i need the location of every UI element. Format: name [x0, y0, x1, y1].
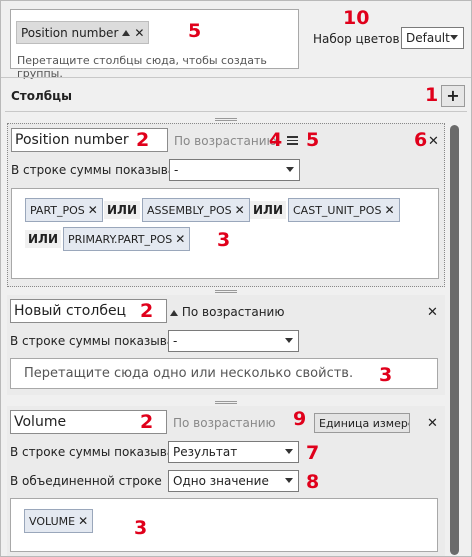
- list-icon[interactable]: [287, 136, 298, 145]
- sum-row-value: -: [173, 334, 178, 348]
- sum-row-select[interactable]: -: [168, 330, 299, 352]
- or-label: ИЛИ: [104, 201, 141, 219]
- sort-order-label: По возрастанию: [181, 305, 285, 319]
- property-chip-label: PART_POS: [30, 203, 85, 217]
- close-icon[interactable]: ✕: [175, 232, 185, 246]
- sort-order-label[interactable]: По возрастанию: [173, 416, 276, 430]
- columns-settings-window: Position number ✕ Перетащите столбцы сюд…: [0, 0, 472, 557]
- group-drop-area[interactable]: Position number ✕ Перетащите столбцы сюд…: [10, 9, 299, 80]
- property-chip-label: ASSEMBLY_POS: [147, 203, 232, 217]
- color-set-select[interactable]: Default: [401, 27, 464, 49]
- sort-ascending-icon[interactable]: [122, 29, 131, 36]
- merged-row-label: В объединенной строке показывать: [10, 474, 166, 488]
- unit-button[interactable]: Единица измерения: [314, 413, 410, 433]
- add-column-button[interactable]: +: [441, 85, 465, 107]
- group-chip[interactable]: Position number ✕: [16, 21, 150, 44]
- sort-order-control[interactable]: По возрастанию: [170, 305, 284, 319]
- annotation-5: 5: [188, 20, 202, 42]
- annotation-1: 1: [425, 84, 439, 106]
- annotation-9: 9: [293, 408, 307, 430]
- property-chip[interactable]: CAST_UNIT_POS ✕: [288, 198, 400, 222]
- group-chip-label: Position number: [21, 25, 119, 40]
- annotation-2: 2: [140, 411, 154, 433]
- property-chip[interactable]: PART_POS ✕: [25, 198, 103, 222]
- annotation-5-sort: 5: [306, 129, 320, 151]
- annotation-2: 2: [140, 300, 154, 322]
- chevron-down-icon: [286, 167, 294, 172]
- sum-row-label: В строке суммы показывать: [10, 334, 170, 348]
- annotation-2: 2: [136, 129, 150, 151]
- drag-handle[interactable]: [215, 401, 237, 404]
- close-icon[interactable]: ✕: [88, 203, 98, 217]
- close-icon[interactable]: ✕: [427, 416, 438, 431]
- close-icon[interactable]: ✕: [427, 305, 438, 320]
- chevron-down-icon: [450, 35, 458, 40]
- annotation-3: 3: [134, 517, 148, 539]
- sum-row-label: В строке суммы показывать: [11, 163, 171, 177]
- annotation-3: 3: [379, 364, 393, 386]
- merged-row-select[interactable]: Одно значение: [168, 470, 299, 492]
- property-chip[interactable]: PRIMARY.PART_POS ✕: [63, 227, 191, 251]
- or-label: ИЛИ: [25, 230, 62, 248]
- merged-row-value: Одно значение: [173, 474, 269, 488]
- close-icon[interactable]: ✕: [134, 26, 144, 40]
- column-panel-position-number[interactable]: Position number 2 По возрастанию 4 5 6 ✕…: [7, 123, 445, 287]
- sort-order-label[interactable]: По возрастанию: [174, 134, 277, 148]
- sum-row-value: -: [174, 163, 179, 177]
- or-label: ИЛИ: [250, 201, 287, 219]
- color-set-label: Набор цветов:: [313, 32, 404, 46]
- close-icon[interactable]: ✕: [384, 203, 394, 217]
- column-panel-new-column[interactable]: Новый столбец 2 По возрастанию ✕ В строк…: [7, 295, 445, 395]
- annotation-10: 10: [343, 7, 370, 29]
- annotation-3: 3: [217, 229, 231, 251]
- columns-title: Столбцы: [11, 89, 72, 103]
- drop-hint: Перетащите сюда одно или несколько свойс…: [24, 366, 354, 381]
- annotation-8: 8: [306, 471, 320, 493]
- drag-handle[interactable]: [215, 118, 237, 121]
- vertical-scrollbar[interactable]: [450, 125, 459, 555]
- sum-row-value: Результат: [173, 445, 238, 459]
- sum-row-select[interactable]: -: [169, 159, 300, 181]
- property-drop-area[interactable]: Перетащите сюда одно или несколько свойс…: [10, 358, 438, 389]
- close-icon[interactable]: ✕: [235, 203, 245, 217]
- close-icon[interactable]: ✕: [78, 514, 88, 528]
- property-chip-label: CAST_UNIT_POS: [293, 203, 382, 217]
- close-icon[interactable]: ✕: [428, 134, 439, 149]
- chevron-down-icon: [285, 338, 293, 343]
- annotation-4: 4: [269, 129, 283, 151]
- annotation-6: 6: [414, 129, 428, 151]
- sort-ascending-icon: [170, 310, 178, 316]
- annotation-7: 7: [306, 442, 320, 464]
- separator: [5, 111, 467, 112]
- column-panel-volume[interactable]: Volume 2 По возрастанию 9 Единица измере…: [7, 406, 445, 556]
- sum-row-label: В строке суммы показывать: [10, 445, 170, 459]
- property-chip[interactable]: ASSEMBLY_POS ✕: [142, 198, 250, 222]
- property-chip[interactable]: VOLUME ✕: [24, 509, 94, 533]
- separator: [1, 77, 471, 78]
- color-set-value: Default: [406, 31, 450, 45]
- drag-handle[interactable]: [215, 290, 237, 293]
- chevron-down-icon: [285, 449, 293, 454]
- property-chip-label: PRIMARY.PART_POS: [68, 232, 173, 246]
- property-chip-label: VOLUME: [29, 514, 76, 528]
- sum-row-select[interactable]: Результат: [168, 441, 299, 463]
- property-drop-area[interactable]: PART_POS ✕ ИЛИ ASSEMBLY_POS ✕ ИЛИ CAST_UNI…: [11, 188, 439, 279]
- property-drop-area[interactable]: VOLUME ✕ 3: [10, 498, 438, 552]
- chevron-down-icon: [285, 478, 293, 483]
